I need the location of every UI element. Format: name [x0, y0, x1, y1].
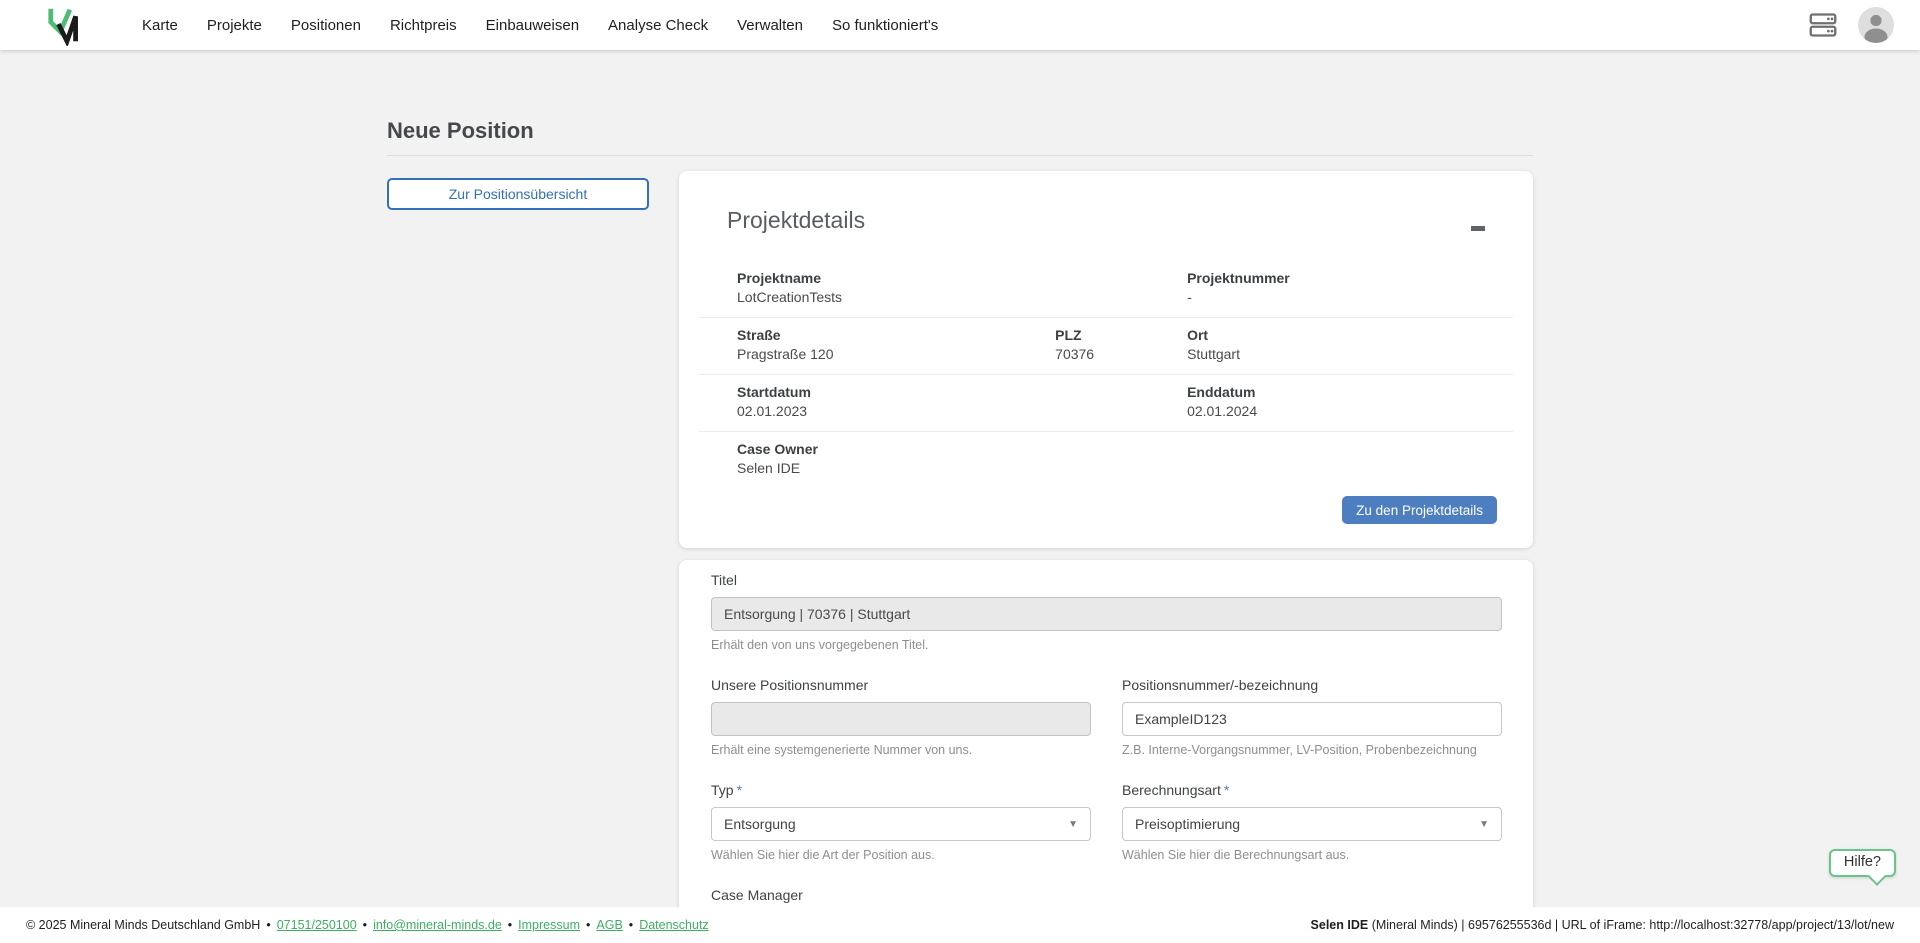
field-value: Pragstraße 120 — [737, 345, 1055, 364]
field-value: 02.01.2024 — [1187, 402, 1513, 421]
berechnungsart-helper-text: Wählen Sie hier die Berechnungsart aus. — [1122, 848, 1502, 862]
project-details-table: Projektname LotCreationTests Projektnumm… — [699, 261, 1513, 488]
session-user: Selen IDE — [1311, 918, 1369, 932]
berechnungsart-selected-value: Preisoptimierung — [1135, 816, 1240, 832]
required-asterisk: * — [1224, 782, 1229, 798]
nav-item-analyse-check[interactable]: Analyse Check — [608, 17, 708, 34]
required-asterisk: * — [737, 782, 742, 798]
left-column: Zur Positionsübersicht — [387, 171, 679, 210]
nav-item-richtpreis[interactable]: Richtpreis — [390, 17, 457, 34]
position-number-helper-text: Z.B. Interne-Vorgangsnummer, LV-Position… — [1122, 743, 1502, 757]
field-value: Selen IDE — [737, 459, 1055, 478]
copyright-text: © 2025 Mineral Minds Deutschland GmbH — [26, 918, 260, 932]
back-to-positions-button[interactable]: Zur Positionsübersicht — [387, 178, 649, 210]
agb-link[interactable]: AGB — [596, 918, 622, 932]
minus-icon — [1471, 226, 1485, 231]
nav-item-positionen[interactable]: Positionen — [291, 17, 361, 34]
nav-item-verwalten[interactable]: Verwalten — [737, 17, 803, 34]
field-value: 02.01.2023 — [737, 402, 1055, 421]
field-label: Enddatum — [1187, 383, 1513, 402]
position-number-group: Positionsnummer/-bezeichnung Z.B. Intern… — [1122, 677, 1502, 757]
new-position-form-card: Titel Erhält den von uns vorgegebenen Ti… — [679, 560, 1533, 943]
typ-group: Typ* Entsorgung ▼ Wählen Sie hier die Ar… — [711, 782, 1091, 862]
collapse-button[interactable] — [1465, 215, 1491, 241]
field-label: Case Owner — [737, 440, 1055, 459]
field-label: Projektnummer — [1187, 269, 1513, 288]
nav-item-karte[interactable]: Karte — [142, 17, 178, 34]
chevron-down-icon: ▼ — [1068, 819, 1078, 830]
nav-item-einbauweisen[interactable]: Einbauweisen — [486, 17, 579, 34]
main-content: Neue Position Zur Positionsübersicht Pro… — [387, 50, 1533, 943]
titel-helper-text: Erhält den von uns vorgegebenen Titel. — [711, 638, 1502, 652]
nav-item-so-funktionierts[interactable]: So funktioniert's — [832, 17, 938, 34]
mineral-minds-logo-icon[interactable] — [46, 4, 88, 46]
position-number-input[interactable] — [1122, 702, 1502, 736]
help-button[interactable]: Hilfe? — [1829, 849, 1896, 877]
field-label: Startdatum — [737, 383, 1055, 402]
our-position-number-input — [711, 702, 1091, 736]
project-details-card: Projektdetails Projektname LotCreationTe… — [679, 171, 1533, 548]
field-value: - — [1187, 288, 1513, 307]
table-row: Projektname LotCreationTests Projektnumm… — [699, 261, 1513, 317]
field-value: LotCreationTests — [737, 288, 1055, 307]
project-details-title: Projektdetails — [727, 207, 865, 234]
field-value: Stuttgart — [1187, 345, 1513, 364]
position-number-label: Positionsnummer/-bezeichnung — [1122, 677, 1502, 693]
main-nav: Karte Projekte Positionen Richtpreis Ein… — [142, 17, 938, 34]
datenschutz-link[interactable]: Datenschutz — [639, 918, 708, 932]
titel-group: Titel Erhält den von uns vorgegebenen Ti… — [711, 572, 1502, 652]
typ-helper-text: Wählen Sie hier die Art der Position aus… — [711, 848, 1091, 862]
our-position-number-label: Unsere Positionsnummer — [711, 677, 1091, 693]
server-icon[interactable] — [1808, 11, 1838, 39]
typ-selected-value: Entsorgung — [724, 816, 796, 832]
typ-label: Typ* — [711, 782, 1091, 798]
berechnungsart-select[interactable]: Preisoptimierung ▼ — [1122, 807, 1502, 841]
page-footer: © 2025 Mineral Minds Deutschland GmbH • … — [0, 907, 1920, 943]
user-avatar[interactable] — [1858, 7, 1894, 43]
field-label: Straße — [737, 326, 1055, 345]
berechnungsart-group: Berechnungsart* Preisoptimierung ▼ Wähle… — [1122, 782, 1502, 862]
berechnungsart-label: Berechnungsart* — [1122, 782, 1502, 798]
email-link[interactable]: info@mineral-minds.de — [373, 918, 502, 932]
titel-label: Titel — [711, 572, 1502, 588]
field-label: Ort — [1187, 326, 1513, 345]
field-value: 70376 — [1055, 345, 1187, 364]
table-row: Straße Pragstraße 120 PLZ 70376 Ort Stut… — [699, 317, 1513, 374]
our-position-number-helper-text: Erhält eine systemgenerierte Nummer von … — [711, 743, 1091, 757]
field-label: PLZ — [1055, 326, 1187, 345]
title-divider — [387, 155, 1533, 156]
our-position-number-group: Unsere Positionsnummer Erhält eine syste… — [711, 677, 1091, 757]
impressum-link[interactable]: Impressum — [518, 918, 580, 932]
page-title: Neue Position — [387, 118, 1533, 144]
session-info: Selen IDE (Mineral Minds) | 69576255536d… — [1311, 918, 1894, 932]
top-navbar: Karte Projekte Positionen Richtpreis Ein… — [0, 0, 1920, 50]
typ-select[interactable]: Entsorgung ▼ — [711, 807, 1091, 841]
table-row: Case Owner Selen IDE — [699, 431, 1513, 488]
table-row: Startdatum 02.01.2023 Enddatum 02.01.202… — [699, 374, 1513, 431]
chevron-down-icon: ▼ — [1479, 819, 1489, 830]
nav-item-projekte[interactable]: Projekte — [207, 17, 262, 34]
case-manager-label: Case Manager — [711, 887, 1091, 903]
field-label: Projektname — [737, 269, 1055, 288]
titel-input — [711, 597, 1502, 631]
go-to-project-details-button[interactable]: Zu den Projektdetails — [1342, 496, 1497, 524]
phone-link[interactable]: 07151/250100 — [277, 918, 357, 932]
